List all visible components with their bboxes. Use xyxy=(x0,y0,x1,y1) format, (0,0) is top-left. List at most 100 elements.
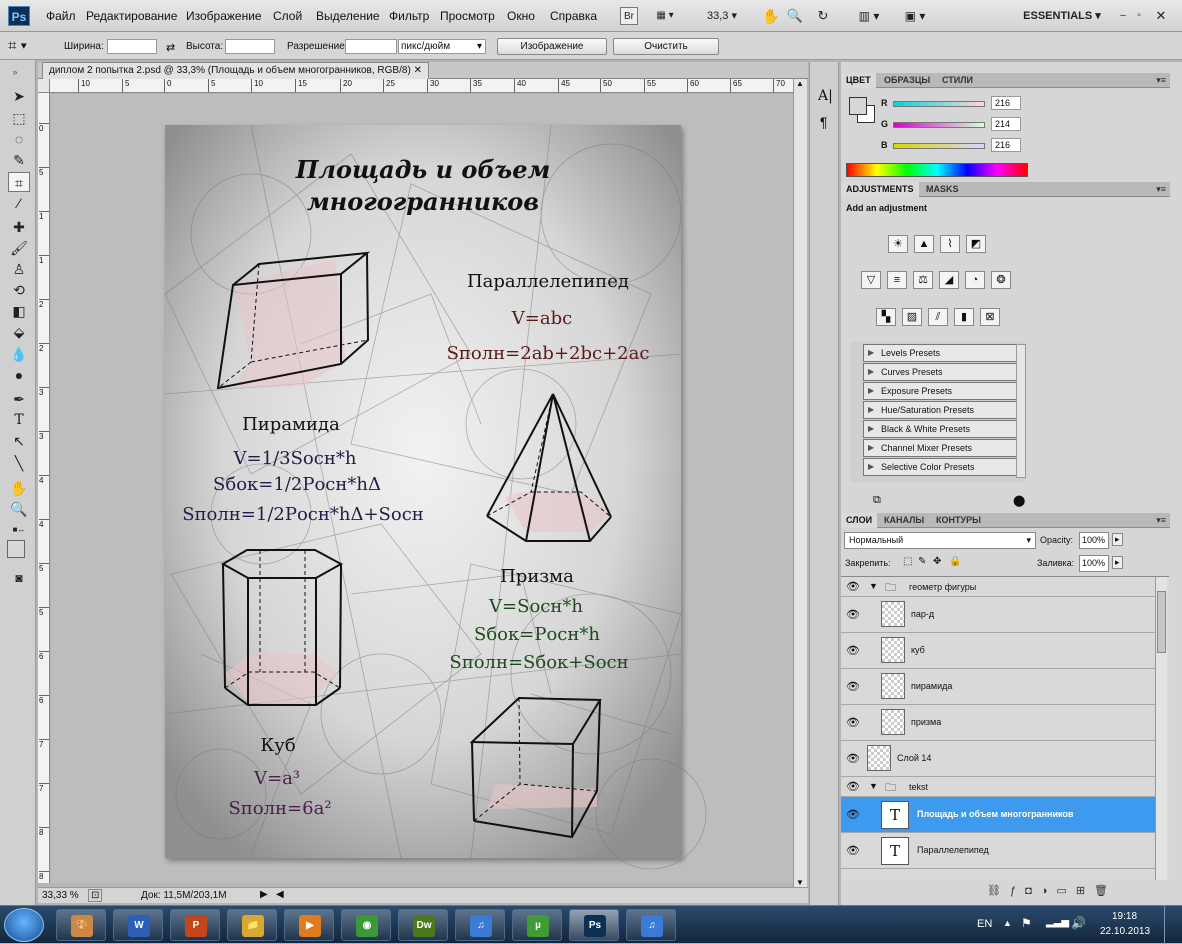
adjustments-options-icon[interactable]: ⬤ xyxy=(1013,494,1025,507)
fill-input[interactable]: 100% xyxy=(1079,555,1109,572)
fill-arrow-icon[interactable]: ▸ xyxy=(1112,556,1123,569)
swap-icon[interactable]: ⇄ xyxy=(166,41,175,54)
tab-layers[interactable]: СЛОИ xyxy=(841,513,878,528)
lock-image-icon[interactable]: ✎ xyxy=(918,556,926,567)
action-center-icon[interactable]: ⚑ xyxy=(1021,916,1032,930)
status-menu-icon[interactable]: ⊡ xyxy=(88,889,103,902)
photoshop-logo[interactable]: Ps xyxy=(8,6,30,26)
photo-filter-icon[interactable]: ◔ xyxy=(965,271,985,289)
collapse-toolbox-icon[interactable]: » xyxy=(4,62,26,82)
resolution-input[interactable] xyxy=(345,39,397,54)
foreground-color-swatch[interactable] xyxy=(7,540,25,558)
menu-image[interactable]: Изображение xyxy=(186,9,262,23)
blend-mode-select[interactable]: Нормальный ▾ xyxy=(844,532,1036,549)
menu-view[interactable]: Просмотр xyxy=(440,9,495,23)
taskbar-dreamweaver-button[interactable]: Dw xyxy=(398,909,448,941)
taskbar-media-player-button[interactable]: ▶ xyxy=(284,909,334,941)
bridge-button[interactable]: Br xyxy=(620,7,638,25)
quick-select-tool-icon[interactable]: ✎ xyxy=(8,150,30,170)
opacity-input[interactable]: 100% xyxy=(1079,532,1109,549)
vertical-ruler[interactable]: 0 5 1 1 2 2 3 3 4 4 5 5 6 6 7 7 8 8 xyxy=(38,93,50,883)
clone-stamp-icon[interactable]: ♙ xyxy=(8,259,30,279)
visibility-eye-icon[interactable]: 👁 xyxy=(846,752,860,765)
brush-tool-icon[interactable]: 🖌 xyxy=(8,238,30,258)
history-brush-icon[interactable]: ⟲ xyxy=(8,280,30,300)
layer-row-selected[interactable]: 👁 T Площадь и объем многогранников xyxy=(841,797,1161,833)
tab-masks[interactable]: MASKS xyxy=(921,182,964,197)
crop-tool-icon[interactable]: ⌗ xyxy=(8,172,30,192)
preset-item[interactable]: ▶ Channel Mixer Presets xyxy=(863,439,1021,457)
volume-icon[interactable]: 🔊 xyxy=(1071,916,1086,930)
preset-item[interactable]: ▶ Exposure Presets xyxy=(863,382,1021,400)
canvas-vertical-scrollbar[interactable]: ▲ ▼ xyxy=(793,79,807,887)
link-layers-icon[interactable]: ⛓ xyxy=(987,885,1010,897)
hue-saturation-icon[interactable]: ≡ xyxy=(887,271,907,289)
layers-scrollbar[interactable] xyxy=(1155,577,1167,880)
quick-mask-icon[interactable]: ◙ xyxy=(8,568,30,588)
visibility-eye-icon[interactable]: 👁 xyxy=(846,808,860,821)
restore-icon[interactable]: ▫ xyxy=(1132,7,1146,25)
selective-color-icon[interactable]: ⊠ xyxy=(980,308,1000,326)
ruler-origin[interactable] xyxy=(38,79,50,93)
color-balance-icon[interactable]: ⚖ xyxy=(913,271,933,289)
width-input[interactable] xyxy=(107,39,157,54)
clock-date[interactable]: 22.10.2013 xyxy=(1100,926,1150,937)
minimize-icon[interactable]: – xyxy=(1116,7,1130,25)
taskbar-chrome-button[interactable]: ◉ xyxy=(341,909,391,941)
zoom-tool-icon[interactable]: 🔍 xyxy=(8,499,30,519)
visibility-eye-icon[interactable]: 👁 xyxy=(846,680,860,693)
taskbar-explorer-button[interactable]: 📁 xyxy=(227,909,277,941)
healing-brush-icon[interactable]: ✚ xyxy=(8,217,30,237)
group-collapse-icon[interactable]: ▼ xyxy=(869,781,878,791)
close-tab-icon[interactable]: ✕ xyxy=(414,65,422,76)
hand-tool-icon[interactable]: ✋ xyxy=(8,478,30,498)
layer-row[interactable]: 👁 призма xyxy=(841,705,1161,741)
vibrance-icon[interactable]: ▽ xyxy=(861,271,881,289)
rotate-view-icon[interactable]: ↻ xyxy=(812,7,834,25)
threshold-icon[interactable]: ⫽ xyxy=(928,308,948,326)
scroll-down-icon[interactable]: ▼ xyxy=(796,878,804,887)
opacity-arrow-icon[interactable]: ▸ xyxy=(1112,533,1123,546)
visibility-eye-icon[interactable]: 👁 xyxy=(846,644,860,657)
resolution-unit-select[interactable]: пикс/дюйм ▾ xyxy=(398,39,486,54)
black-white-icon[interactable]: ◢ xyxy=(939,271,959,289)
crop-tool-icon[interactable]: ⌗ ▾ xyxy=(8,37,27,54)
tab-channels[interactable]: КАНАЛЫ xyxy=(879,513,929,528)
menu-edit[interactable]: Редактирование xyxy=(86,9,177,23)
marquee-tool-icon[interactable]: ⬚ xyxy=(8,108,30,128)
taskbar-powerpoint-button[interactable]: P xyxy=(170,909,220,941)
panel-menu-icon[interactable]: ▾≡ xyxy=(1156,75,1166,86)
blur-tool-icon[interactable]: 💧 xyxy=(8,344,30,364)
zoom-icon[interactable]: 🔍 xyxy=(786,7,804,25)
brightness-icon[interactable]: ☀ xyxy=(888,235,908,253)
type-tool-icon[interactable]: T xyxy=(8,410,30,430)
layers-scroll-thumb[interactable] xyxy=(1157,591,1166,653)
preset-item[interactable]: ▶ Hue/Saturation Presets xyxy=(863,401,1021,419)
taskbar-itunes-2-button[interactable]: ♫ xyxy=(626,909,676,941)
height-input[interactable] xyxy=(225,39,275,54)
dodge-tool-icon[interactable]: ● xyxy=(8,365,30,385)
channel-mixer-icon[interactable]: ❂ xyxy=(991,271,1011,289)
hand-tool-icon[interactable]: ✋ xyxy=(762,7,780,25)
group-collapse-icon[interactable]: ▼ xyxy=(869,581,878,591)
preset-item[interactable]: ▶ Curves Presets xyxy=(863,363,1021,381)
levels-icon[interactable]: ▲ xyxy=(914,235,934,253)
show-desktop-button[interactable] xyxy=(1164,906,1182,944)
layer-row[interactable]: 👁 пар-д xyxy=(841,597,1161,633)
panel-menu-icon[interactable]: ▾≡ xyxy=(1156,515,1166,526)
menu-layer[interactable]: Слой xyxy=(273,9,302,23)
scroll-left-icon[interactable]: ◀ xyxy=(276,889,284,900)
tab-color[interactable]: ЦВЕТ xyxy=(841,73,876,88)
add-mask-icon[interactable]: ◘ xyxy=(1025,885,1041,897)
network-icon[interactable]: ▂▃▅ xyxy=(1046,917,1069,928)
clear-button[interactable]: Очистить xyxy=(613,38,719,55)
gradient-map-icon[interactable]: ▮ xyxy=(954,308,974,326)
status-arrow-icon[interactable]: ▶ xyxy=(260,889,268,900)
clip-layer-icon[interactable]: ⧉ xyxy=(873,494,881,507)
clock-time[interactable]: 19:18 xyxy=(1112,911,1137,922)
front-image-button[interactable]: Изображение xyxy=(497,38,607,55)
presets-scrollbar[interactable] xyxy=(1016,344,1026,478)
tab-adjustments[interactable]: ADJUSTMENTS xyxy=(841,182,919,197)
visibility-eye-icon[interactable]: 👁 xyxy=(846,716,860,729)
tab-swatches[interactable]: ОБРАЗЦЫ xyxy=(879,73,935,88)
